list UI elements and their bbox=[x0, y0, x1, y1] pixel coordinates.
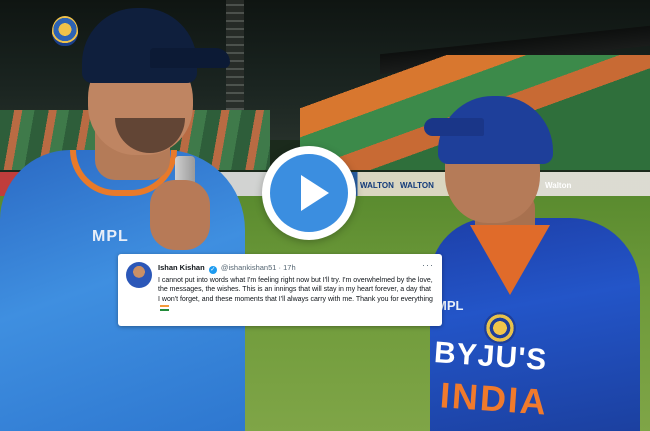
board-text: Walton bbox=[545, 181, 572, 190]
left-player-cap-brim bbox=[150, 48, 230, 68]
left-player-hand bbox=[150, 180, 210, 250]
india-flag-icon bbox=[160, 305, 169, 312]
play-button[interactable] bbox=[262, 146, 356, 240]
tweet-header: Ishan Kishan ✓ @ishankishan51 · 17h bbox=[158, 263, 296, 274]
floodlight-tower bbox=[226, 0, 244, 110]
play-icon bbox=[301, 175, 329, 211]
play-button-circle bbox=[270, 154, 348, 232]
tweet-author-handle[interactable]: @ishankishan51 bbox=[221, 263, 277, 272]
verified-badge-icon: ✓ bbox=[208, 266, 217, 274]
avatar[interactable] bbox=[126, 262, 152, 288]
more-options-icon[interactable]: ··· bbox=[422, 260, 434, 270]
board-text: WALTON bbox=[400, 181, 434, 190]
video-thumbnail[interactable]: WALTON WALTON Walton MPL MPL BYJU'S INDI… bbox=[0, 0, 650, 431]
tweet-card[interactable]: Ishan Kishan ✓ @ishankishan51 · 17h ··· … bbox=[118, 254, 442, 326]
tweet-timestamp[interactable]: 17h bbox=[283, 263, 296, 272]
board-text: WALTON bbox=[360, 181, 394, 190]
bcci-logo-icon bbox=[52, 16, 78, 46]
jersey-team-text: INDIA bbox=[438, 374, 550, 423]
tweet-text: I cannot put into words what I'm feeling… bbox=[158, 277, 433, 303]
tweet-text-container: I cannot put into words what I'm feeling… bbox=[158, 276, 434, 314]
tweet-separator: · bbox=[278, 263, 282, 272]
right-player-cap-brim bbox=[424, 118, 484, 136]
left-jersey-sponsor: MPL bbox=[92, 228, 129, 245]
tweet-author-name[interactable]: Ishan Kishan bbox=[158, 263, 205, 272]
